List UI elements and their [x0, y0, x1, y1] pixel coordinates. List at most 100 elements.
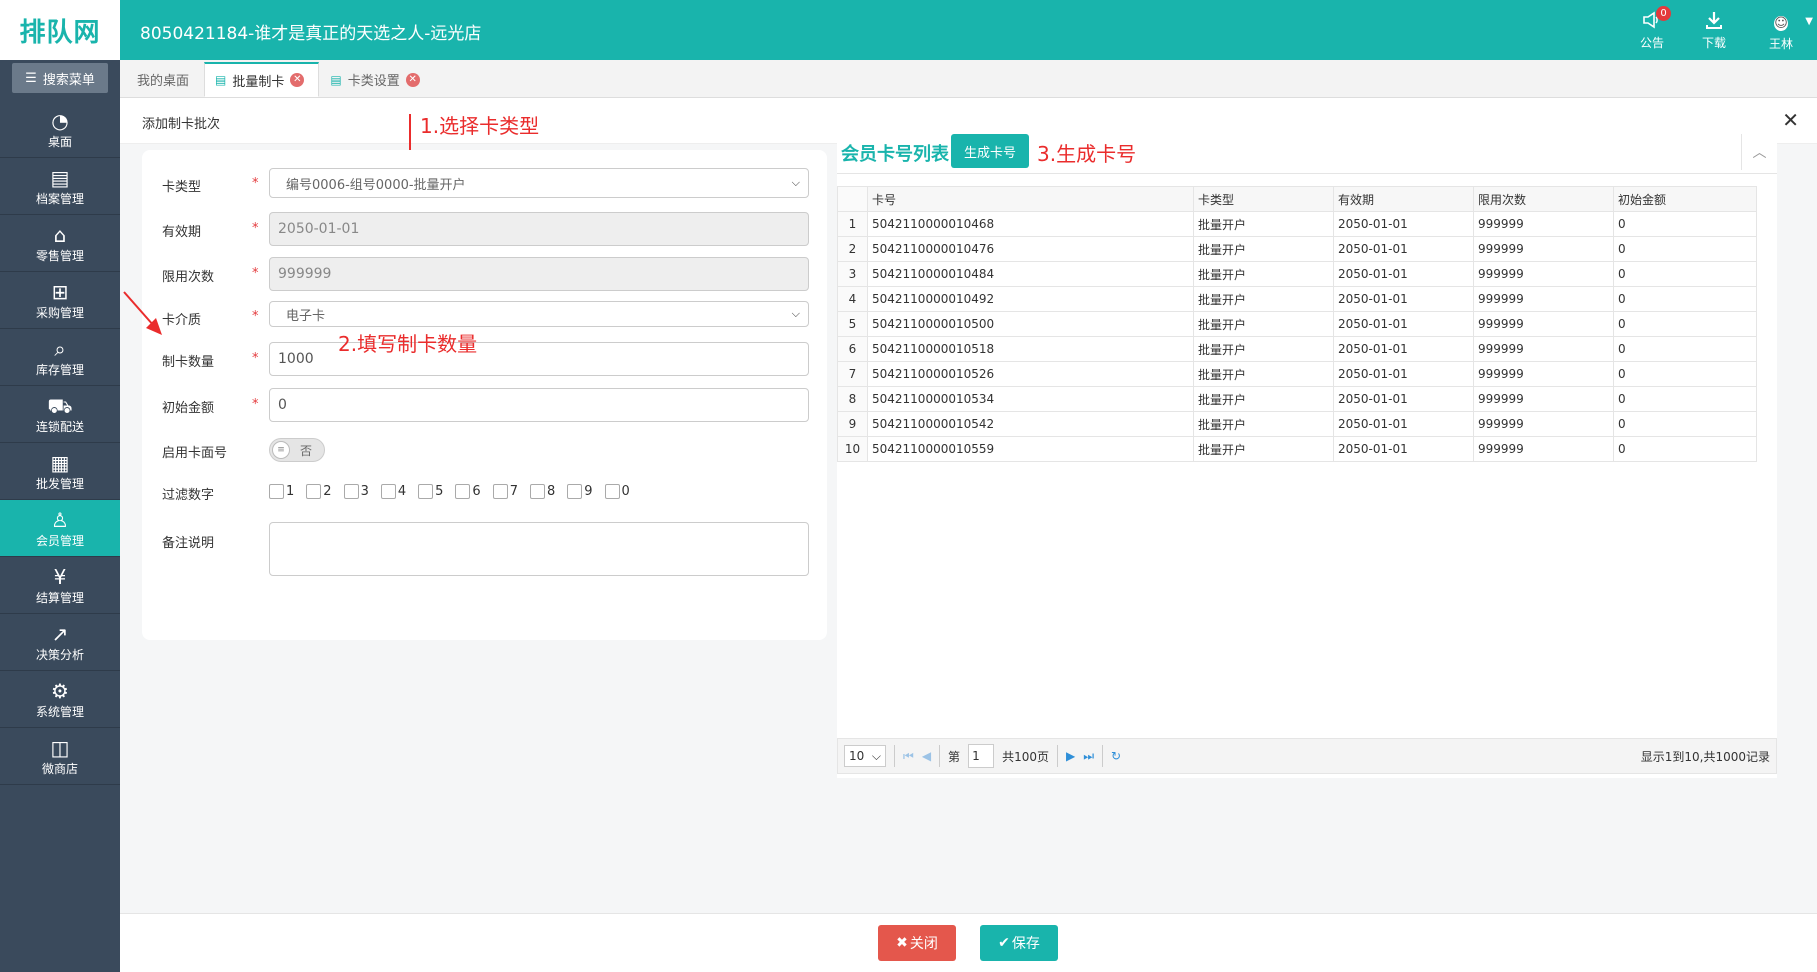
column-header[interactable]: 限用次数 [1473, 186, 1614, 212]
app-logo[interactable]: 排队网 [0, 0, 120, 60]
close-tab-icon[interactable]: ✕ [290, 73, 305, 87]
first-page-icon[interactable]: ⏮ [903, 749, 914, 764]
checkbox-box[interactable] [529, 484, 545, 499]
next-page-icon[interactable]: ▶ [1066, 749, 1075, 763]
page-number-input[interactable]: 1 [968, 744, 995, 768]
enable-face-no-toggle[interactable]: ≡ 否 [269, 438, 325, 462]
card-medium-select[interactable]: 电子卡 ⌵ [269, 301, 809, 327]
checkbox-box[interactable] [269, 484, 284, 499]
sidebar-menu: ◔ 桌面 ▤ 档案管理 ⌂ 零售管理 ⊞ 采购管理 ⌕ 库存管理 ⛟ 连锁配送 ▦ 批发管理 … [0, 101, 120, 785]
checkbox-box[interactable] [567, 484, 583, 499]
checkbox-box[interactable] [343, 484, 359, 499]
table-row[interactable]: 10 5042110000010559 批量开户 2050-01-01 999999 0 [837, 436, 1757, 462]
digit-checkbox[interactable]: 8 [529, 484, 555, 499]
user-name: 王林 [1768, 36, 1793, 51]
search-menu-button[interactable]: ☰ 搜索菜单 [12, 63, 108, 93]
download-button[interactable]: 下载 [1683, 0, 1745, 60]
announcement-button[interactable]: 0 公告 [1621, 0, 1683, 60]
table-cell: 0 [1613, 311, 1757, 337]
table-row[interactable]: 7 5042110000010526 批量开户 2050-01-01 999999 0 [837, 361, 1757, 387]
last-page-icon[interactable]: ⏭ [1083, 749, 1094, 764]
row-number: 6 [837, 336, 868, 362]
record-info: 显示1到10,共1000记录 [1640, 749, 1770, 764]
table-cell: 批量开户 [1193, 436, 1334, 462]
sidebar-item-system[interactable]: ⚙ 系统管理 [0, 671, 120, 728]
initial-amount-input[interactable]: 0 [269, 388, 809, 422]
sidebar-item-delivery[interactable]: ⛟ 连锁配送 [0, 386, 120, 443]
refresh-icon[interactable]: ↻ [1111, 749, 1121, 763]
digit-checkbox[interactable]: 1 [269, 484, 294, 499]
table-row[interactable]: 1 5042110000010468 批量开户 2050-01-01 999999 0 [837, 211, 1757, 237]
card-type-select[interactable]: 编号0006-组号0000-批量开户 ⌵ [269, 168, 809, 198]
table-row[interactable]: 5 5042110000010500 批量开户 2050-01-01 999999 0 [837, 311, 1757, 337]
table-cell: 2050-01-01 [1333, 236, 1474, 262]
page-size-select[interactable]: 10 ⌵ [844, 745, 886, 767]
save-button[interactable]: ✔ 保存 [980, 925, 1058, 961]
valid-until-input[interactable]: 2050-01-01 [269, 212, 809, 246]
close-tab-icon[interactable]: ✕ [405, 72, 420, 87]
digit-checkbox[interactable]: 3 [343, 484, 369, 499]
table-row[interactable]: 2 5042110000010476 批量开户 2050-01-01 999999 0 [837, 236, 1757, 262]
column-header[interactable]: 初始金额 [1613, 186, 1757, 212]
digit-checkbox[interactable]: 2 [306, 484, 332, 499]
remark-textarea[interactable] [269, 522, 809, 576]
prev-page-icon[interactable]: ◀ [922, 749, 931, 763]
column-header[interactable]: 卡号 [867, 186, 1194, 212]
row-number: 5 [837, 311, 868, 337]
sidebar-item-analysis[interactable]: ↗ 决策分析 [0, 614, 120, 671]
sidebar-item-retail[interactable]: ⌂ 零售管理 [0, 215, 120, 272]
digit-checkbox[interactable]: 6 [455, 484, 481, 499]
user-menu[interactable]: ☺ 王林 ▼ [1745, 0, 1817, 60]
checkbox-box[interactable] [492, 484, 508, 499]
download-icon [1704, 10, 1724, 34]
checkbox-box[interactable] [418, 484, 434, 499]
checkbox-box[interactable] [455, 484, 471, 499]
limit-times-input[interactable]: 999999 [269, 257, 809, 291]
table-row[interactable]: 8 5042110000010534 批量开户 2050-01-01 999999 0 [837, 386, 1757, 412]
close-button-label: 关闭 [909, 936, 938, 952]
digit-checkbox[interactable]: 7 [492, 484, 518, 499]
tab-card-type-settings[interactable]: ▤ 卡类设置 ✕ [319, 62, 434, 97]
digit-checkbox[interactable]: 0 [604, 484, 630, 499]
sidebar-item-label: 库存管理 [35, 362, 84, 377]
member-icon: ♙ [51, 507, 69, 532]
sidebar-item-archive[interactable]: ▤ 档案管理 [0, 158, 120, 215]
valid-until-label: 有效期 [162, 225, 202, 240]
digit-checkbox[interactable]: 4 [380, 484, 407, 499]
table-row[interactable]: 4 5042110000010492 批量开户 2050-01-01 999999 0 [837, 286, 1757, 312]
checkbox-box[interactable] [306, 484, 322, 499]
card-type-label: 卡类型 [162, 180, 202, 195]
card-form: 卡类型 * 编号0006-组号0000-批量开户 ⌵ 有效期 * 2050-01… [142, 150, 827, 640]
digit-checkbox[interactable]: 9 [567, 484, 593, 499]
sidebar-item-purchase[interactable]: ⊞ 采购管理 [0, 272, 120, 329]
column-header[interactable]: 有效期 [1333, 186, 1474, 212]
table-cell: 0 [1613, 436, 1757, 462]
digit-checkbox[interactable]: 5 [418, 484, 443, 499]
checkbox-box[interactable] [380, 484, 396, 499]
tab-batch-card[interactable]: ▤ 批量制卡 ✕ [204, 62, 320, 97]
sidebar-item-member[interactable]: ♙ 会员管理 [0, 500, 120, 557]
table-row[interactable]: 6 5042110000010518 批量开户 2050-01-01 999999 0 [837, 336, 1757, 362]
chevron-up-icon[interactable]: ︿ [1741, 134, 1777, 170]
sidebar-item-label: 微商店 [41, 761, 78, 776]
settlement-icon: ¥ [53, 564, 67, 589]
digit-label: 4 [397, 484, 407, 499]
sidebar-item-label: 零售管理 [35, 248, 84, 263]
header-actions: 0 公告 下载 ☺ 王林 ▼ [1621, 0, 1817, 60]
checkbox-box[interactable] [604, 484, 620, 499]
required-mark: * [252, 397, 259, 412]
table-row[interactable]: 3 5042110000010484 批量开户 2050-01-01 999999 0 [837, 261, 1757, 287]
row-number-header [837, 186, 868, 212]
sidebar-item-wholesale[interactable]: ▦ 批发管理 [0, 443, 120, 500]
column-header[interactable]: 卡类型 [1193, 186, 1334, 212]
tab-my-desktop[interactable]: 我的桌面 [126, 62, 204, 97]
sidebar-item-microshop[interactable]: ◫ 微商店 [0, 728, 120, 785]
panel-close-icon[interactable]: ✕ [1782, 108, 1799, 132]
table-row[interactable]: 9 5042110000010542 批量开户 2050-01-01 999999 0 [837, 411, 1757, 437]
sidebar-item-desktop[interactable]: ◔ 桌面 [0, 101, 120, 158]
sidebar-item-settlement[interactable]: ¥ 结算管理 [0, 557, 120, 614]
close-button[interactable]: ✖ 关闭 [878, 925, 956, 961]
close-icon: ✖ [896, 935, 908, 951]
generate-card-number-button[interactable]: 生成卡号 [951, 134, 1029, 168]
sidebar-item-inventory[interactable]: ⌕ 库存管理 [0, 329, 120, 386]
